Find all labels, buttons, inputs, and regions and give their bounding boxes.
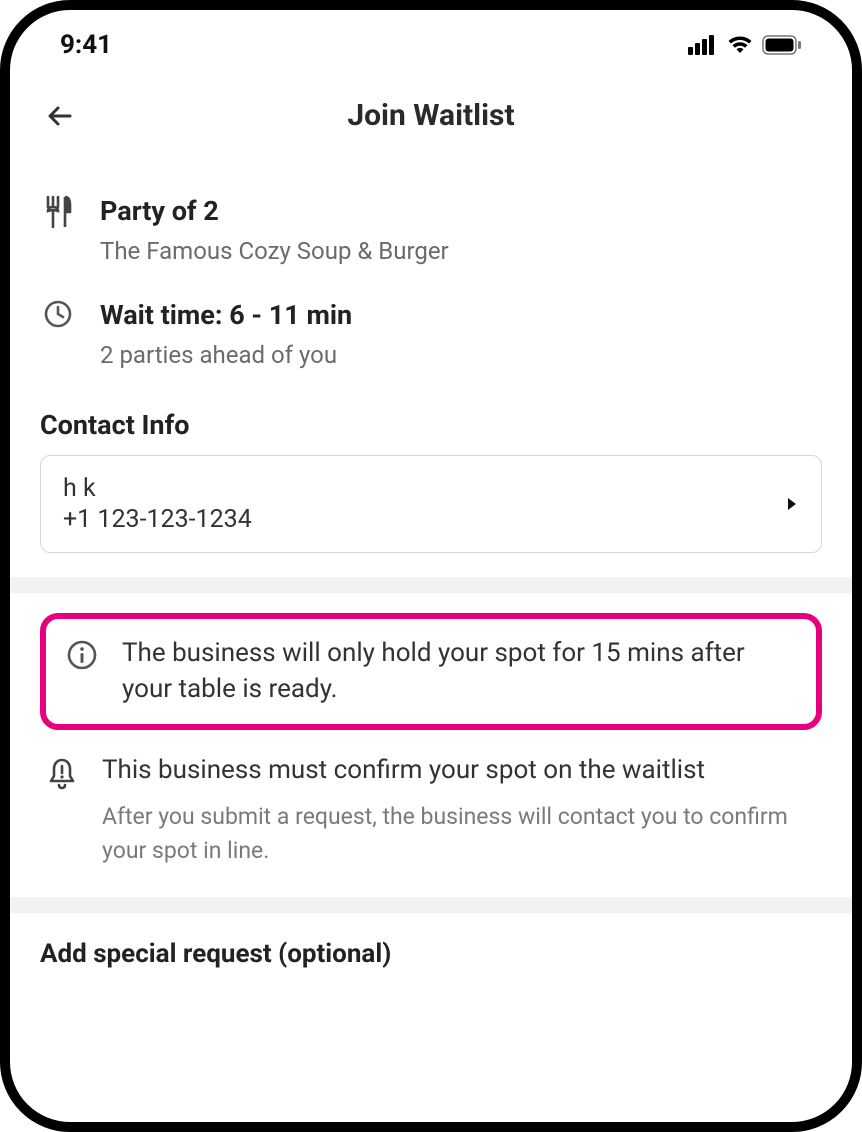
parties-ahead: 2 parties ahead of you	[100, 339, 822, 373]
wait-time: Wait time: 6 - 11 min	[100, 297, 822, 333]
back-button[interactable]	[40, 96, 80, 136]
utensils-icon	[43, 195, 73, 229]
confirm-notice: This business must confirm your spot on …	[40, 752, 822, 867]
contact-phone: +1 123-123-1234	[63, 505, 252, 534]
page-title: Join Waitlist	[40, 98, 822, 133]
contact-card[interactable]: h k +1 123-123-1234	[40, 455, 822, 553]
clock-icon	[43, 299, 73, 329]
party-size: Party of 2	[100, 193, 822, 229]
hold-notice-highlight: The business will only hold your spot fo…	[40, 613, 822, 730]
status-bar: 9:41	[10, 10, 852, 70]
cellular-icon	[688, 35, 718, 55]
special-request-heading: Add special request (optional)	[40, 939, 822, 969]
confirm-subtext: After you submit a request, the business…	[102, 800, 818, 867]
confirm-title: This business must confirm your spot on …	[102, 752, 818, 788]
section-divider	[10, 577, 852, 593]
hold-notice-text: The business will only hold your spot fo…	[122, 635, 798, 708]
info-icon	[66, 639, 98, 671]
battery-icon	[762, 35, 802, 55]
chevron-right-icon	[785, 496, 799, 512]
party-row: Party of 2 The Famous Cozy Soup & Burger	[40, 193, 822, 269]
wifi-icon	[726, 35, 754, 55]
bell-alert-icon	[46, 756, 78, 792]
section-divider	[10, 897, 852, 913]
wait-row: Wait time: 6 - 11 min 2 parties ahead of…	[40, 297, 822, 373]
contact-heading: Contact Info	[40, 409, 822, 441]
contact-name: h k	[63, 474, 252, 503]
arrow-left-icon	[45, 101, 75, 131]
status-icons	[688, 35, 802, 55]
restaurant-name: The Famous Cozy Soup & Burger	[100, 235, 822, 269]
status-time: 9:41	[60, 30, 112, 60]
device-frame: 9:41	[0, 0, 862, 1132]
screen-header: Join Waitlist	[10, 70, 852, 153]
